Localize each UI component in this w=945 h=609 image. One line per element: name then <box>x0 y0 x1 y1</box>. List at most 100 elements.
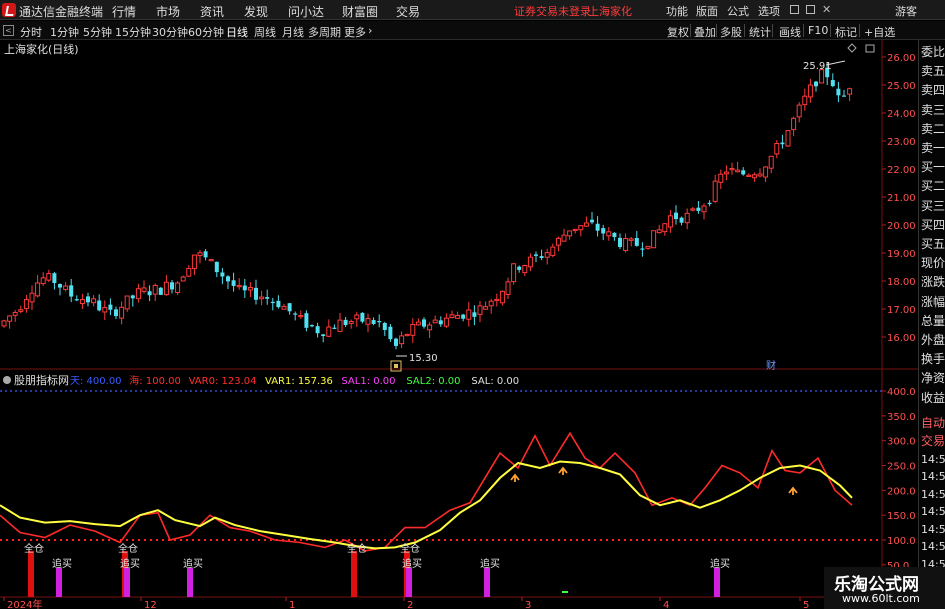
period-tab[interactable]: 周线 <box>254 24 276 40</box>
period-tab[interactable]: 月线 <box>282 24 304 40</box>
menu-formula[interactable]: 公式 <box>727 3 749 19</box>
y-tick-label: 24.00 <box>887 109 916 120</box>
candle-up <box>606 231 612 237</box>
ind-y-tick-label: 300.0 <box>887 437 916 448</box>
candle-down <box>634 238 639 246</box>
candle-up <box>684 212 690 224</box>
period-tab[interactable]: 30分钟 <box>152 24 188 40</box>
side-panel-label: 换手 <box>921 352 945 367</box>
candle-down <box>203 251 208 258</box>
menu-function[interactable]: 功能 <box>666 3 688 19</box>
candle-up <box>488 300 494 307</box>
collapse-icon[interactable]: < <box>3 25 14 36</box>
chase-buy-bar <box>56 568 62 597</box>
signal-chase-label: 追买 <box>402 557 422 570</box>
candle-down <box>377 321 382 323</box>
chart-area[interactable]: 26.00 25.00 24.00 23.00 22.00 21.00 20.00 19.00… <box>0 40 918 609</box>
candle-up <box>774 142 780 155</box>
side-panel-label: 总量 <box>921 313 945 328</box>
close-icon[interactable]: ✕ <box>822 3 831 16</box>
ind-y-tick-label: 150.0 <box>887 511 916 522</box>
period-tab[interactable]: 60分钟 <box>188 24 224 40</box>
menu-item[interactable]: 问小达 <box>288 3 324 20</box>
period-tab-more[interactable]: 更多 <box>344 24 366 40</box>
x-tick-label: 2024年 <box>7 598 42 609</box>
candle-up <box>712 180 718 202</box>
period-tab[interactable]: 1分钟 <box>50 24 79 40</box>
period-tab[interactable]: 分时 <box>20 24 42 40</box>
menu-item[interactable]: 发现 <box>244 3 268 20</box>
indicator-legend-item: 海: 100.00 <box>129 374 181 387</box>
candle-down <box>640 248 645 250</box>
guest-label[interactable]: 游客 <box>895 3 917 19</box>
tool-overlay[interactable]: 叠加 <box>694 24 716 40</box>
candle-down <box>674 212 678 220</box>
period-tab[interactable]: 5分钟 <box>83 24 112 40</box>
app-logo-icon <box>2 3 16 17</box>
separator <box>803 24 804 37</box>
candle-down <box>371 320 376 324</box>
candle-up <box>555 237 561 246</box>
candle-up <box>499 290 505 304</box>
tool-draw[interactable]: 画线 <box>779 24 801 40</box>
indicator-legend-item: 天: 400.00 <box>70 376 122 387</box>
side-panel-label: 卖四 <box>921 83 945 98</box>
candle-up <box>102 307 108 313</box>
candle-down <box>741 170 746 175</box>
side-panel-label: 买二 <box>921 179 945 194</box>
tool-f10[interactable]: F10 <box>808 24 828 37</box>
candle-up <box>432 319 438 324</box>
side-panel-label[interactable]: 自动 <box>921 415 945 432</box>
tool-multi[interactable]: 多股 <box>720 24 742 40</box>
candle-up <box>449 314 455 319</box>
tool-fq[interactable]: 复权 <box>667 24 689 40</box>
candle-up <box>751 174 757 179</box>
indicator-legend-item: VAR0: 123.04 <box>189 376 257 387</box>
tool-stats[interactable]: 统计 <box>749 24 771 40</box>
candle-up <box>175 282 181 293</box>
period-tab[interactable]: 多周期 <box>308 24 341 40</box>
candle-down <box>321 334 326 337</box>
candle-down <box>214 261 219 273</box>
side-panel-label[interactable]: 交易 <box>921 433 945 450</box>
cai-label[interactable]: 财 <box>766 359 776 372</box>
side-panel-label: 委比 <box>921 45 945 59</box>
candle-down <box>310 325 314 327</box>
side-panel-label: 涨跌 <box>921 275 945 290</box>
candle-down <box>254 287 258 300</box>
candle-up <box>124 295 130 310</box>
maximize-icon[interactable] <box>806 5 815 14</box>
menu-item[interactable]: 市场 <box>156 3 180 20</box>
side-panel-label: 买一 <box>921 160 945 175</box>
period-tab[interactable]: 15分钟 <box>115 24 151 40</box>
candle-up <box>91 298 97 304</box>
menu-layout[interactable]: 版面 <box>696 3 718 19</box>
chase-buy-bar <box>124 568 130 597</box>
candle-up <box>723 171 729 175</box>
candle-up <box>662 223 668 233</box>
candle-up <box>163 281 169 296</box>
var0-line <box>0 431 853 552</box>
indicator-name: 股朋指标网 <box>14 373 69 387</box>
side-panel-label: 买四 <box>921 217 945 232</box>
side-panel-label: 14:56 <box>921 487 945 501</box>
candle-up <box>399 335 405 345</box>
menu-options[interactable]: 选项 <box>758 3 780 19</box>
candle-up <box>197 252 203 256</box>
login-warning[interactable]: 证券交易未登录 <box>514 3 591 19</box>
more-chevron-icon[interactable]: › <box>368 24 372 37</box>
menu-item[interactable]: 行情 <box>112 3 136 20</box>
minimize-icon[interactable] <box>790 5 799 14</box>
y-tick-label: 21.00 <box>887 193 916 204</box>
x-tick-label: 3 <box>525 600 531 609</box>
tool-mark[interactable]: 标记 <box>835 24 857 40</box>
candle-up <box>567 230 573 237</box>
candle-up <box>628 238 634 241</box>
candle-down <box>707 202 712 205</box>
candle-up <box>135 288 141 300</box>
menu-item[interactable]: 交易 <box>396 3 420 20</box>
menu-item[interactable]: 财富圈 <box>342 3 378 20</box>
period-tab-active[interactable]: 日线 <box>226 24 248 40</box>
menu-item[interactable]: 资讯 <box>200 3 224 20</box>
add-favorite-button[interactable]: +自选 <box>864 24 895 40</box>
